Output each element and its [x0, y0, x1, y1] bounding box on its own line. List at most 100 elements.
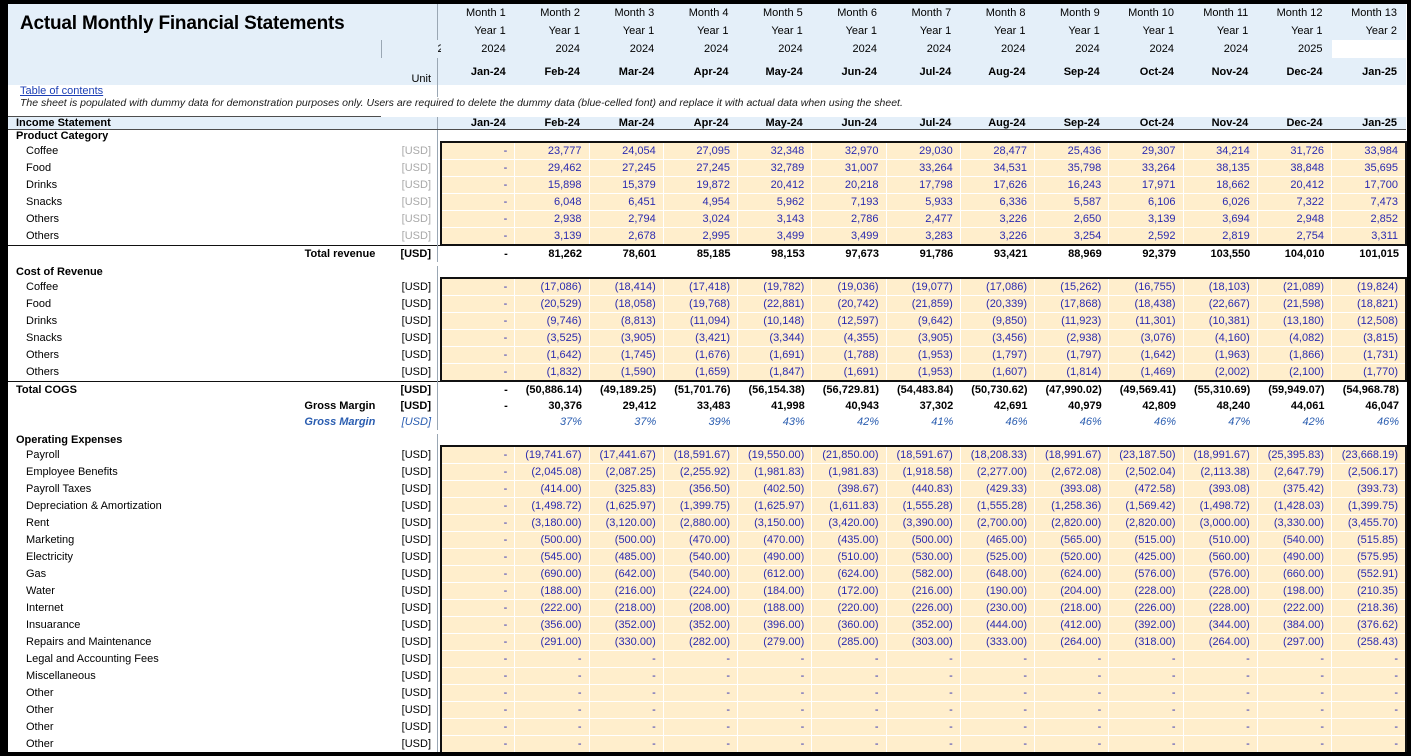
value-cell[interactable]: - [812, 719, 886, 736]
value-cell[interactable]: 33,264 [886, 160, 960, 177]
value-cell[interactable]: - [738, 668, 812, 685]
value-cell[interactable]: - [1257, 685, 1331, 702]
value-cell[interactable]: (228.00) [1183, 600, 1257, 617]
value-cell[interactable]: - [1183, 685, 1257, 702]
value-cell[interactable]: 17,971 [1109, 177, 1183, 194]
value-cell[interactable]: - [663, 736, 737, 753]
value-cell[interactable]: 32,789 [738, 160, 812, 177]
value-cell[interactable]: 6,336 [960, 194, 1034, 211]
value-cell[interactable]: (356.50) [663, 481, 737, 498]
value-cell[interactable]: 31,007 [812, 160, 886, 177]
value-cell[interactable]: (393.08) [1035, 481, 1109, 498]
value-cell[interactable]: - [441, 194, 515, 211]
value-cell[interactable]: - [441, 634, 515, 651]
value-cell[interactable]: (16,755) [1109, 278, 1183, 296]
value-cell[interactable]: 34,531 [960, 160, 1034, 177]
value-cell[interactable]: (540.00) [663, 549, 737, 566]
value-cell[interactable]: (297.00) [1257, 634, 1331, 651]
value-cell[interactable]: (18,591.67) [663, 446, 737, 464]
value-cell[interactable]: (19,768) [663, 296, 737, 313]
value-cell[interactable]: (20,339) [960, 296, 1034, 313]
value-cell[interactable]: (218.36) [1332, 600, 1406, 617]
value-cell[interactable]: (216.00) [886, 583, 960, 600]
value-cell[interactable]: - [960, 702, 1034, 719]
value-cell[interactable]: (222.00) [515, 600, 589, 617]
value-cell[interactable]: (279.00) [738, 634, 812, 651]
value-cell[interactable]: 29,462 [515, 160, 589, 177]
value-cell[interactable]: - [960, 668, 1034, 685]
value-cell[interactable]: (1,847) [738, 364, 812, 382]
value-cell[interactable]: - [738, 719, 812, 736]
value-cell[interactable]: - [886, 668, 960, 685]
value-cell[interactable]: - [663, 651, 737, 668]
value-cell[interactable]: - [441, 685, 515, 702]
value-cell[interactable]: (2,506.17) [1332, 464, 1406, 481]
value-cell[interactable]: (22,667) [1183, 296, 1257, 313]
value-cell[interactable]: (226.00) [886, 600, 960, 617]
value-cell[interactable]: - [441, 330, 515, 347]
value-cell[interactable]: - [812, 668, 886, 685]
value-cell[interactable]: - [886, 651, 960, 668]
value-cell[interactable]: (1,981.83) [812, 464, 886, 481]
toc-link[interactable]: Table of contents [20, 85, 103, 97]
value-cell[interactable]: (2,938) [1035, 330, 1109, 347]
value-cell[interactable]: 2,938 [515, 211, 589, 228]
value-cell[interactable]: (19,077) [886, 278, 960, 296]
value-cell[interactable]: (18,991.67) [1035, 446, 1109, 464]
value-cell[interactable]: (490.00) [738, 549, 812, 566]
value-cell[interactable]: (510.00) [1183, 532, 1257, 549]
value-cell[interactable]: (13,180) [1257, 313, 1331, 330]
value-cell[interactable]: (515.00) [1109, 532, 1183, 549]
value-cell[interactable]: 3,499 [738, 228, 812, 246]
value-cell[interactable]: 5,933 [886, 194, 960, 211]
value-cell[interactable]: - [663, 685, 737, 702]
value-cell[interactable]: (470.00) [738, 532, 812, 549]
value-cell[interactable]: - [589, 702, 663, 719]
value-cell[interactable]: 3,694 [1183, 211, 1257, 228]
value-cell[interactable]: 15,379 [589, 177, 663, 194]
value-cell[interactable]: (2,113.38) [1183, 464, 1257, 481]
value-cell[interactable]: (18,591.67) [886, 446, 960, 464]
value-cell[interactable]: - [1332, 668, 1406, 685]
value-cell[interactable]: - [441, 549, 515, 566]
value-cell[interactable]: (2,002) [1183, 364, 1257, 382]
value-cell[interactable]: 3,283 [886, 228, 960, 246]
value-cell[interactable]: (198.00) [1257, 583, 1331, 600]
value-cell[interactable]: 2,650 [1035, 211, 1109, 228]
value-cell[interactable]: (1,642) [1109, 347, 1183, 364]
value-cell[interactable]: (188.00) [738, 600, 812, 617]
value-cell[interactable]: (575.95) [1332, 549, 1406, 566]
value-cell[interactable]: - [1109, 719, 1183, 736]
value-cell[interactable]: 3,139 [1109, 211, 1183, 228]
value-cell[interactable]: (624.00) [1035, 566, 1109, 583]
value-cell[interactable]: 2,852 [1332, 211, 1406, 228]
value-cell[interactable]: (21,850.00) [812, 446, 886, 464]
value-cell[interactable]: (1,953) [886, 347, 960, 364]
value-cell[interactable]: (352.00) [663, 617, 737, 634]
value-cell[interactable]: (3,525) [515, 330, 589, 347]
value-cell[interactable]: (2,820.00) [1035, 515, 1109, 532]
value-cell[interactable]: 20,412 [1257, 177, 1331, 194]
value-cell[interactable]: (3,421) [663, 330, 737, 347]
value-cell[interactable]: (282.00) [663, 634, 737, 651]
value-cell[interactable]: (2,647.79) [1257, 464, 1331, 481]
value-cell[interactable]: 2,592 [1109, 228, 1183, 246]
value-cell[interactable]: 2,754 [1257, 228, 1331, 246]
value-cell[interactable]: 35,695 [1332, 160, 1406, 177]
value-cell[interactable]: - [441, 313, 515, 330]
value-cell[interactable]: 2,794 [589, 211, 663, 228]
value-cell[interactable]: (2,255.92) [663, 464, 737, 481]
value-cell[interactable]: 15,898 [515, 177, 589, 194]
value-cell[interactable]: (384.00) [1257, 617, 1331, 634]
value-cell[interactable]: - [1183, 719, 1257, 736]
value-cell[interactable]: - [441, 702, 515, 719]
value-cell[interactable]: (3,180.00) [515, 515, 589, 532]
value-cell[interactable]: (21,598) [1257, 296, 1331, 313]
value-cell[interactable]: 27,095 [663, 142, 737, 160]
value-cell[interactable]: (2,100) [1257, 364, 1331, 382]
value-cell[interactable]: (560.00) [1183, 549, 1257, 566]
value-cell[interactable]: (1,797) [960, 347, 1034, 364]
value-cell[interactable]: (188.00) [515, 583, 589, 600]
value-cell[interactable]: (20,529) [515, 296, 589, 313]
value-cell[interactable]: (20,742) [812, 296, 886, 313]
